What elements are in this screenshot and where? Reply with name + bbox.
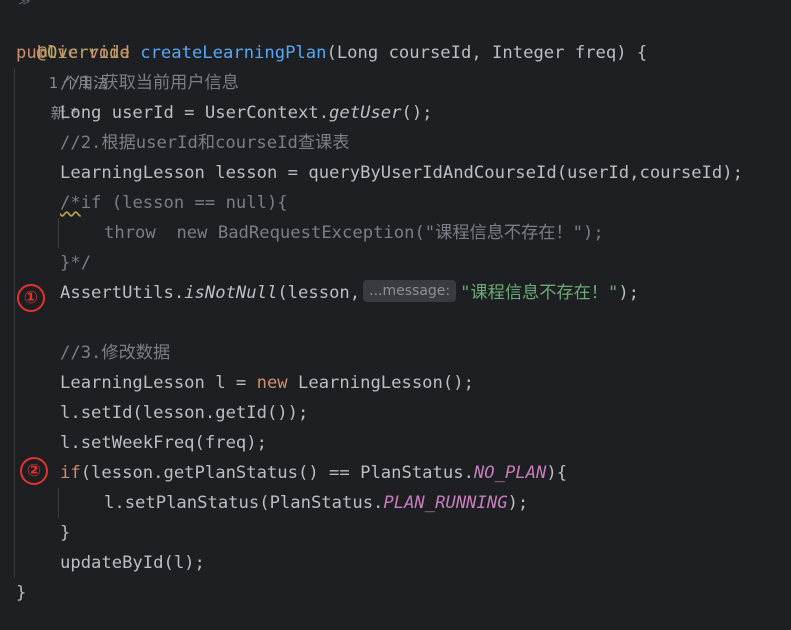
- block-comment-body[interactable]: throw new BadRequestException("课程信息不存在！"…: [104, 218, 604, 248]
- indent-guide: [58, 488, 59, 518]
- indent-guide: [58, 218, 59, 248]
- fold-icon: ≫: [18, 0, 31, 8]
- code-comment[interactable]: //2.根据userId和courseId查课表: [60, 128, 349, 158]
- code-line[interactable]: LearningLesson lesson = queryByUserIdAnd…: [60, 158, 743, 188]
- code-line[interactable]: l.setId(lesson.getId());: [60, 398, 308, 428]
- indent-guide: [14, 68, 15, 578]
- close-brace[interactable]: }: [16, 578, 26, 608]
- code-line[interactable]: updateById(l);: [60, 548, 205, 578]
- annotation-line: @Override 1 个用法 新 *: [16, 8, 130, 122]
- method-name[interactable]: createLearningPlan: [140, 43, 326, 63]
- annotation-marker-2: ②: [20, 457, 48, 485]
- close-brace[interactable]: }: [60, 518, 70, 548]
- block-comment-start[interactable]: /*if (lesson == null){: [60, 188, 288, 218]
- annotation-marker-1: ①: [17, 284, 45, 312]
- code-line[interactable]: Long userId = UserContext.getUser();: [60, 98, 433, 128]
- method-signature[interactable]: public void createLearningPlan(Long cour…: [16, 38, 647, 68]
- if-line[interactable]: if(lesson.getPlanStatus() == PlanStatus.…: [60, 458, 567, 488]
- assert-line[interactable]: AssertUtils.isNotNull(lesson, ...message:…: [60, 278, 639, 308]
- code-comment[interactable]: //3.修改数据: [60, 338, 170, 368]
- code-line[interactable]: LearningLesson l = new LearningLesson();: [60, 368, 474, 398]
- code-comment[interactable]: //1.获取当前用户信息: [60, 68, 239, 98]
- parameter-hint: ...message:: [363, 280, 457, 302]
- code-line[interactable]: l.setPlanStatus(PlanStatus.PLAN_RUNNING)…: [104, 488, 528, 518]
- block-comment-end[interactable]: }*/: [60, 248, 91, 278]
- code-line[interactable]: l.setWeekFreq(freq);: [60, 428, 267, 458]
